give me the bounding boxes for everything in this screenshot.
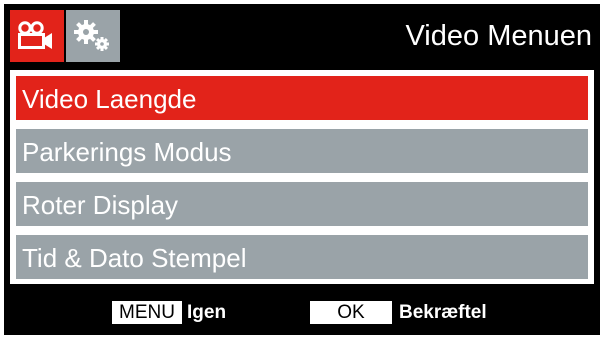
tab-settings[interactable]	[66, 10, 120, 62]
ok-key-hint: Bekræftel	[399, 302, 487, 323]
page-title: Video Menuen	[405, 20, 592, 52]
menu-header: Video Menuen	[4, 4, 600, 68]
dashcam-screen: Video Menuen Video Laengde Parkerings Mo…	[4, 4, 600, 335]
menu-item-video-length[interactable]: Video Laengde	[16, 76, 588, 120]
ok-key-badge[interactable]: OK	[310, 301, 392, 324]
video-camera-icon	[18, 21, 52, 49]
menu-item-parking-mode[interactable]: Parkerings Modus	[16, 129, 588, 173]
footer-hints: MENU Igen OK Bekræftel	[4, 286, 600, 335]
tab-video[interactable]	[10, 10, 64, 62]
menu-list: Video Laengde Parkerings Modus Roter Dis…	[10, 70, 594, 284]
menu-key-badge[interactable]: MENU	[112, 301, 182, 324]
menu-item-rotate-display[interactable]: Roter Display	[16, 182, 588, 226]
menu-key-hint: Igen	[187, 302, 227, 323]
settings-gears-icon	[74, 20, 109, 51]
menu-item-time-date-stamp[interactable]: Tid & Dato Stempel	[16, 235, 588, 279]
